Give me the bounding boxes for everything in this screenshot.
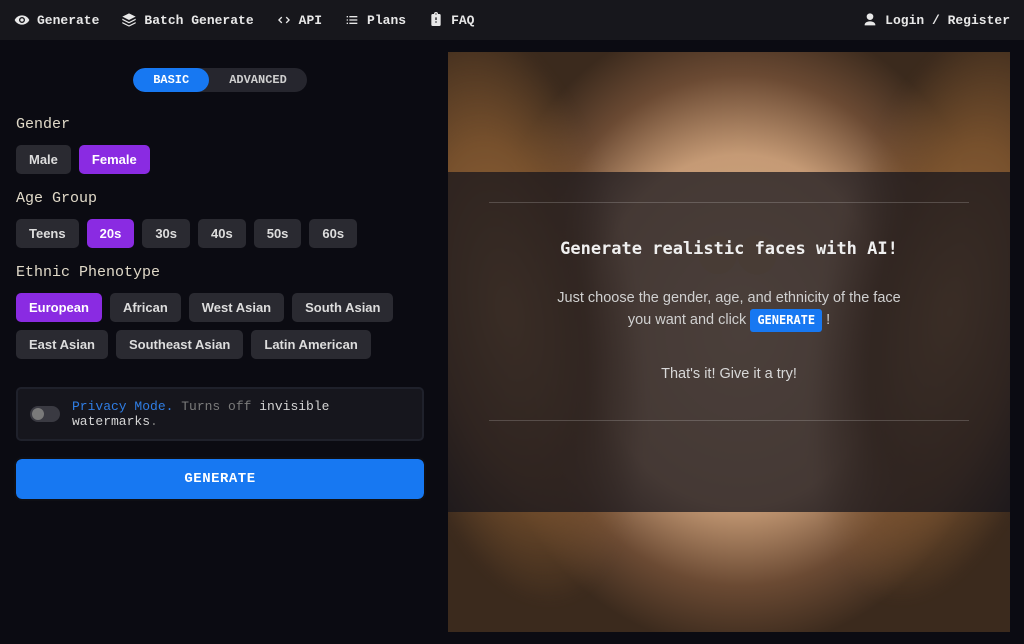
ethnic-options: European African West Asian South Asian East… [16, 293, 424, 359]
gender-options: Male Female [16, 145, 424, 174]
eye-icon [14, 12, 30, 28]
nav-login[interactable]: Login / Register [862, 12, 1010, 28]
gender-option-male[interactable]: Male [16, 145, 71, 174]
gender-title: Gender [16, 116, 424, 133]
code-icon [276, 12, 292, 28]
overlay-line1-end: ! [826, 312, 830, 328]
overlay-rule-bottom [489, 420, 969, 421]
nav-generate[interactable]: Generate [14, 12, 99, 28]
ethnic-option-latin-american[interactable]: Latin American [251, 330, 370, 359]
clipboard-icon [428, 12, 444, 28]
nav-batch-label: Batch Generate [144, 13, 253, 28]
top-nav: Generate Batch Generate API Plans FAQ Lo… [0, 0, 1024, 40]
ethnic-option-west-asian[interactable]: West Asian [189, 293, 284, 322]
ethnic-title: Ethnic Phenotype [16, 264, 424, 281]
age-option-50s[interactable]: 50s [254, 219, 302, 248]
intro-overlay: Generate realistic faces with AI! Just c… [448, 172, 1010, 512]
ethnic-option-southeast-asian[interactable]: Southeast Asian [116, 330, 243, 359]
age-option-40s[interactable]: 40s [198, 219, 246, 248]
nav-plans-label: Plans [367, 13, 406, 28]
privacy-mid: Turns off [173, 399, 259, 414]
ethnic-option-east-asian[interactable]: East Asian [16, 330, 108, 359]
nav-api-label: API [299, 13, 322, 28]
controls-panel: BASIC ADVANCED Gender Male Female Age Gro… [0, 40, 440, 644]
ethnic-option-south-asian[interactable]: South Asian [292, 293, 393, 322]
privacy-row: Privacy Mode. Turns off invisible waterm… [16, 387, 424, 441]
gender-option-female[interactable]: Female [79, 145, 150, 174]
privacy-dot: . [150, 414, 158, 429]
overlay-headline: Generate realistic faces with AI! [560, 239, 898, 259]
generate-button[interactable]: GENERATE [16, 459, 424, 499]
mode-tabs: BASIC ADVANCED [133, 68, 307, 92]
age-option-20s[interactable]: 20s [87, 219, 135, 248]
preview-panel: Generate realistic faces with AI! Just c… [440, 40, 1024, 644]
nav-generate-label: Generate [37, 13, 99, 28]
list-icon [344, 12, 360, 28]
nav-plans[interactable]: Plans [344, 12, 406, 28]
overlay-rule-top [489, 202, 969, 203]
age-option-30s[interactable]: 30s [142, 219, 190, 248]
preview-image: Generate realistic faces with AI! Just c… [448, 52, 1010, 632]
privacy-text: Privacy Mode. Turns off invisible waterm… [72, 399, 410, 429]
privacy-toggle[interactable] [30, 406, 60, 422]
nav-batch[interactable]: Batch Generate [121, 12, 253, 28]
overlay-line2: That's it! Give it a try! [661, 366, 797, 382]
user-icon [862, 12, 878, 28]
age-options: Teens 20s30s 40s 50s60s [16, 219, 424, 248]
ethnic-option-european[interactable]: European [16, 293, 102, 322]
overlay-mini-button: GENERATE [750, 309, 822, 332]
age-option-60s[interactable]: 60s [309, 219, 357, 248]
ethnic-option-african[interactable]: African [110, 293, 181, 322]
nav-login-label: Login / Register [885, 13, 1010, 28]
overlay-body: Just choose the gender, age, and ethnici… [549, 287, 909, 332]
overlay-line1: Just choose the gender, age, and ethnici… [557, 290, 900, 328]
nav-api[interactable]: API [276, 12, 322, 28]
privacy-label: Privacy Mode. [72, 399, 173, 414]
tab-basic[interactable]: BASIC [133, 68, 209, 92]
age-option-teens[interactable]: Teens [16, 219, 79, 248]
age-title: Age Group [16, 190, 424, 207]
nav-faq[interactable]: FAQ [428, 12, 474, 28]
nav-faq-label: FAQ [451, 13, 474, 28]
tab-advanced[interactable]: ADVANCED [209, 68, 307, 92]
layers-icon [121, 12, 137, 28]
